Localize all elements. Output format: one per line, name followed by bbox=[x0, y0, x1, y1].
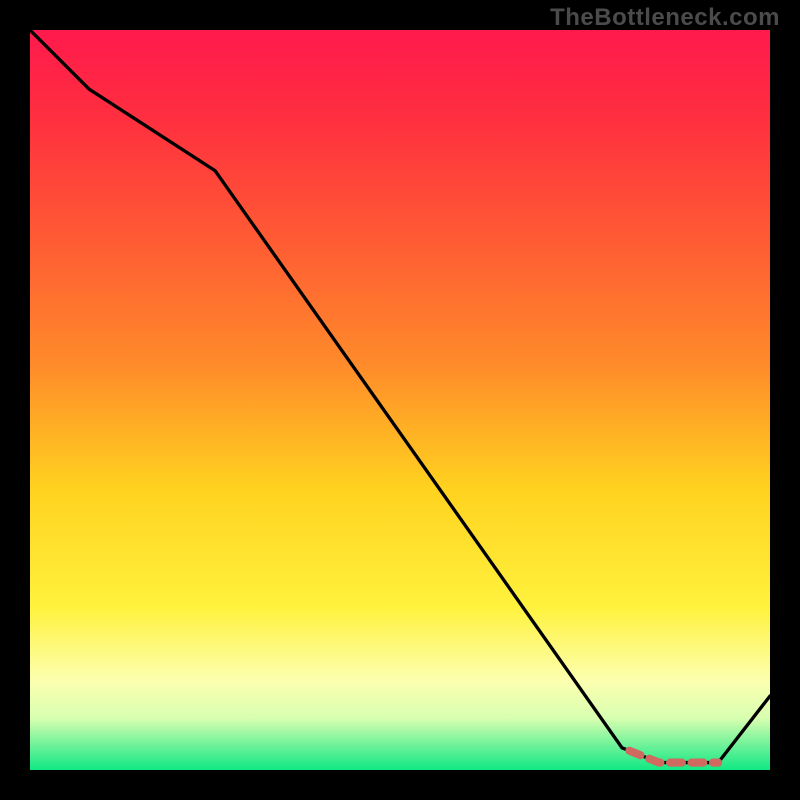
highlight-layer bbox=[30, 30, 770, 770]
watermark-text: TheBottleneck.com bbox=[550, 4, 780, 32]
highlight-path bbox=[629, 751, 718, 763]
plot-area bbox=[30, 30, 770, 770]
chart-frame: TheBottleneck.com bbox=[0, 0, 800, 800]
